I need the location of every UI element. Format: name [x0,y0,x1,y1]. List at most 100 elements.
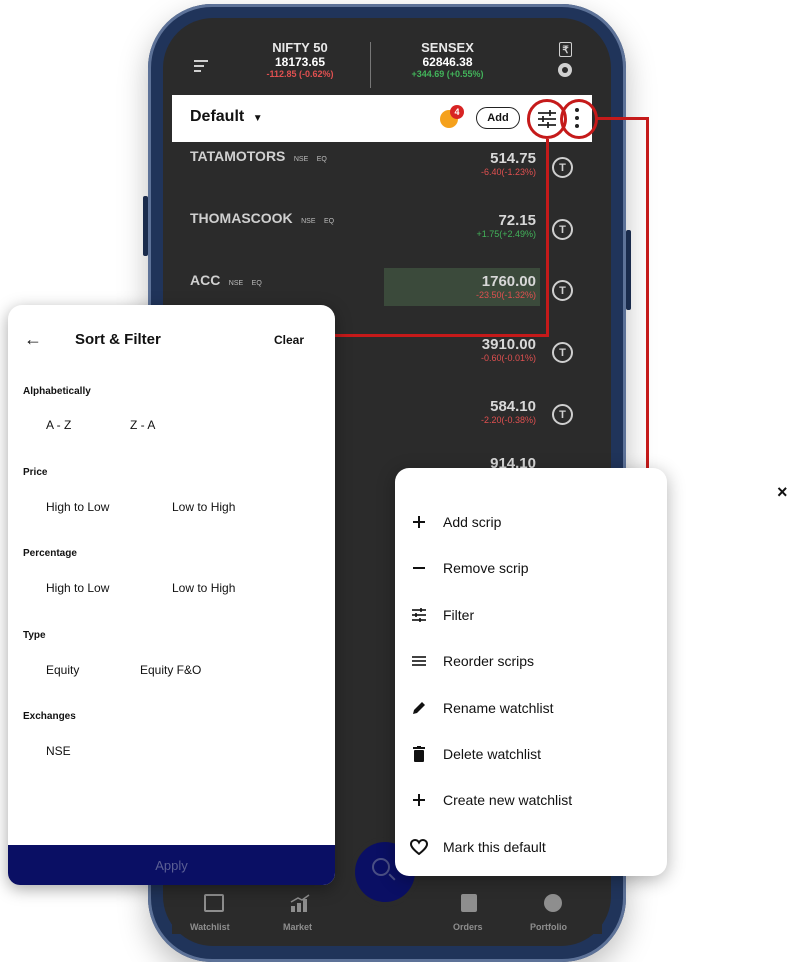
menu-item-create-new-watchlist[interactable]: Create new watchlist [395,780,667,820]
menu-item-label: Filter [443,607,475,623]
scrip-quote: 72.15 +1.75(+2.49%) [420,212,536,239]
menu-item-rename-watchlist[interactable]: Rename watchlist [395,688,667,728]
scrip-segment: EQ [251,280,262,287]
market-icon [290,894,310,912]
dropdown-icon: ▼ [252,113,263,124]
back-arrow-icon[interactable]: ← [24,329,42,350]
section-percentage: Percentage [23,548,77,559]
option-equity[interactable]: Equity [46,663,79,677]
clear-button[interactable]: Clear [274,333,304,347]
sort-filter-title: Sort & Filter [75,331,161,348]
scrip-name: THOMASCOOK [190,210,293,226]
menu-item-mark-this-default[interactable]: Mark this default [395,827,667,867]
search-icon [372,858,390,876]
apply-button[interactable]: Apply [8,845,335,885]
menu-item-label: Mark this default [443,839,546,855]
option-a-z[interactable]: A - Z [46,418,71,432]
scrip-exchange: NSE [293,156,309,163]
option-percentage-high-to-low[interactable]: High to Low [46,581,109,595]
scrip-segment: EQ [316,156,327,163]
scrip-price: 584.10 [490,398,536,415]
menu-item-label: Add scrip [443,514,502,530]
scrip-change: -23.50(-1.32%) [475,290,536,300]
scrip-price: 514.75 [490,150,536,167]
scrip-quote: 1760.00 -23.50(-1.32%) [420,273,536,300]
scrip-change: -2.20(-0.38%) [480,415,536,425]
scrip-price: 1760.00 [481,273,536,290]
menu-item-label: Rename watchlist [443,700,554,716]
list-item[interactable]: THOMASCOOK NSE EQ [190,210,334,228]
menu-item-reorder-scrips[interactable]: Reorder scrips [395,641,667,681]
notification-badge: 4 [450,105,464,119]
plus-icon [395,793,443,807]
more-options-highlight-circle [560,99,598,139]
connector-line [546,139,549,337]
scrip-quote: 514.75 -6.40(-1.23%) [420,150,536,177]
menu-item-label: Reorder scrips [443,653,535,669]
scrip-exchange: NSE [301,218,316,225]
heart-icon [395,839,443,855]
scrip-price: 3910.00 [481,336,536,353]
portfolio-icon [544,894,562,912]
menu-item-delete-watchlist[interactable]: Delete watchlist [395,734,667,774]
nav-market[interactable]: Market [283,922,312,932]
scrip-price: 72.15 [498,212,536,229]
close-icon[interactable]: × [777,482,787,503]
connector-line [646,117,649,468]
section-price: Price [23,467,48,478]
list-item[interactable]: TATAMOTORS NSE EQ [190,148,327,166]
scrip-name: TATAMOTORS [190,148,286,164]
trade-icon[interactable]: T [552,157,573,178]
phone-side-button [626,230,631,310]
nifty-value: 18173.65 [274,55,326,69]
trade-icon[interactable]: T [552,219,573,240]
minus-icon [395,561,443,575]
pencil-icon [395,700,443,716]
watchlist-icon [204,894,224,912]
option-price-low-to-high[interactable]: Low to High [172,500,235,514]
section-alphabetically: Alphabetically [23,386,91,397]
menu-item-label: Create new watchlist [443,792,573,808]
option-equity-fo[interactable]: Equity F&O [140,663,201,677]
option-nse[interactable]: NSE [46,744,71,758]
trade-icon[interactable]: T [552,342,573,363]
nifty-name: NIFTY 50 [272,40,328,55]
section-exchanges: Exchanges [23,711,76,722]
scrip-change: +1.75(+2.49%) [476,229,536,239]
sensex-name: SENSEX [421,40,474,55]
watchlist-selector[interactable]: Default ▼ [190,108,263,126]
filter-icon [395,608,443,622]
scrip-name: ACC [190,272,221,288]
nav-portfolio[interactable]: Portfolio [530,922,567,932]
trade-icon[interactable]: T [552,280,573,301]
nifty-ticker[interactable]: NIFTY 50 18173.65 -112.85 (-0.62%) [245,40,355,79]
orders-icon [461,894,477,912]
settings-icon[interactable] [558,63,572,77]
plus-icon [395,515,443,529]
menu-item-add-scrip[interactable]: Add scrip [395,502,667,542]
sensex-change: +344.69 (+0.55%) [411,69,484,79]
menu-icon[interactable] [194,60,208,72]
menu-item-label: Delete watchlist [443,746,542,762]
trash-icon [395,746,443,762]
sensex-value: 62846.38 [422,55,473,69]
sort-filter-panel: ← Sort & Filter Clear Alphabetically A -… [8,305,335,885]
trade-icon[interactable]: T [552,404,573,425]
option-z-a[interactable]: Z - A [130,418,155,432]
list-item[interactable]: ACC NSE EQ [190,272,262,290]
scrip-change: -6.40(-1.23%) [480,167,536,177]
nav-watchlist[interactable]: Watchlist [190,922,230,932]
rupee-icon[interactable]: ₹ [559,42,572,57]
menu-item-filter[interactable]: Filter [395,595,667,635]
add-button[interactable]: Add [476,107,520,129]
scrip-quote: 584.10 -2.20(-0.38%) [420,398,536,425]
nav-orders[interactable]: Orders [453,922,483,932]
sensex-ticker[interactable]: SENSEX 62846.38 +344.69 (+0.55%) [390,40,505,79]
scrip-change: -0.60(-0.01%) [480,353,536,363]
option-percentage-low-to-high[interactable]: Low to High [172,581,235,595]
scrip-quote: 3910.00 -0.60(-0.01%) [420,336,536,363]
options-menu: Add scrip Remove scrip Filter Reorder sc… [395,468,667,876]
reorder-icon [395,655,443,667]
option-price-high-to-low[interactable]: High to Low [46,500,109,514]
menu-item-remove-scrip[interactable]: Remove scrip [395,548,667,588]
